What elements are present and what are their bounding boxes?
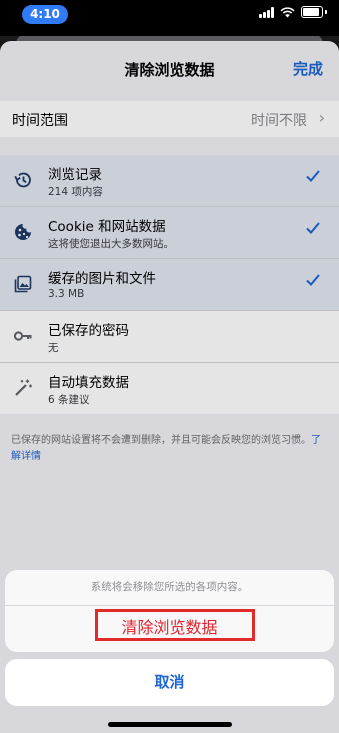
highlight-box: [95, 609, 255, 641]
action-sheet: 系统将会移除您所选的各项内容。 清除浏览数据: [5, 570, 334, 652]
home-indicator: [108, 722, 232, 727]
status-bar: 4:10: [0, 0, 339, 36]
battery-tip: [325, 10, 327, 14]
status-time[interactable]: 4:10: [22, 5, 68, 24]
signal-icon: [259, 6, 274, 18]
battery-icon: [301, 6, 323, 18]
action-sheet-message: 系统将会移除您所选的各项内容。: [5, 570, 334, 606]
status-icons: [259, 6, 327, 18]
clear-browsing-data-button[interactable]: 清除浏览数据: [5, 606, 334, 652]
cancel-button[interactable]: 取消: [5, 659, 334, 706]
wifi-icon: [280, 6, 295, 17]
